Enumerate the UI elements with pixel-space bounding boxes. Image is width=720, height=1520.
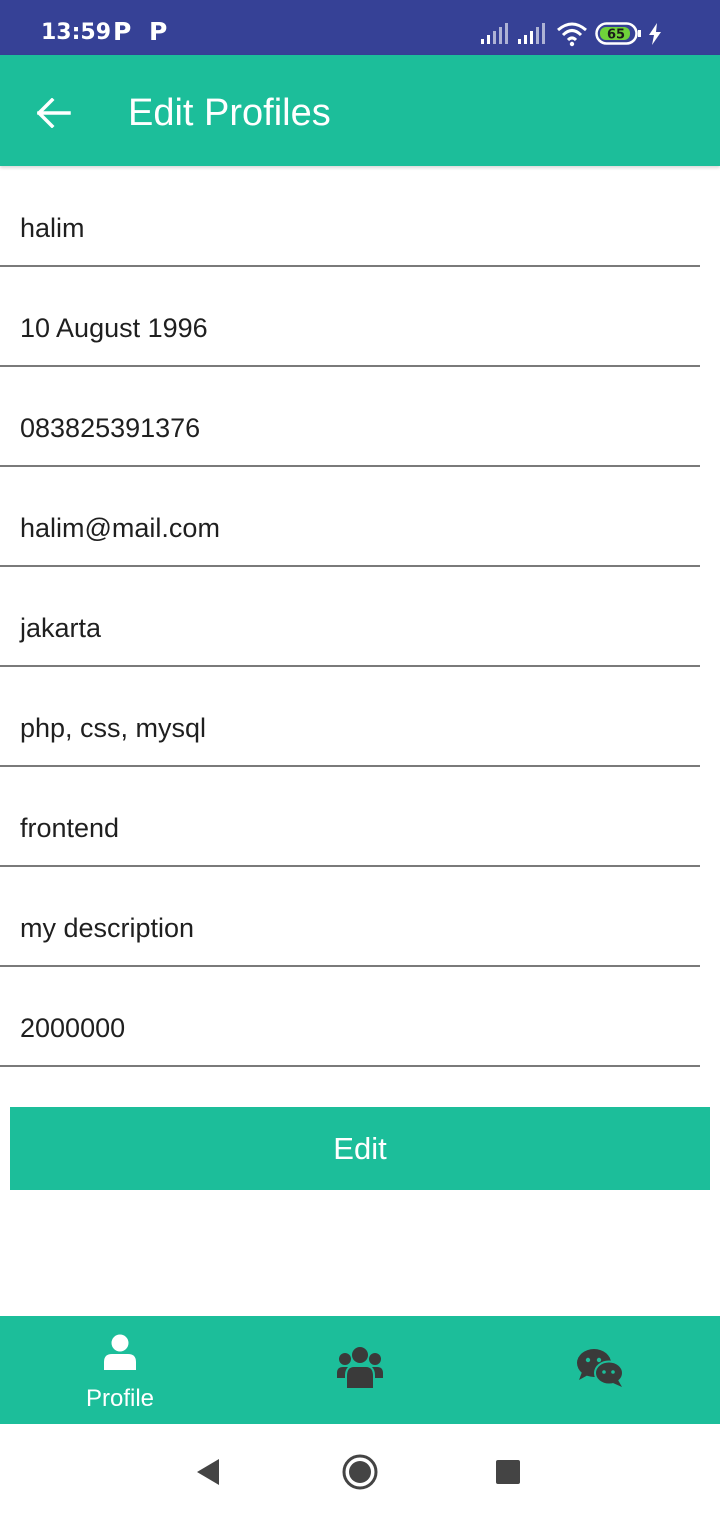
city-field[interactable]: jakarta (0, 567, 700, 667)
arrow-left-icon (37, 98, 71, 128)
skills-field[interactable]: php, css, mysql (0, 667, 700, 767)
field-value: 10 August 1996 (20, 313, 208, 343)
nav-item-users[interactable] (240, 1316, 480, 1424)
edit-button[interactable]: Edit (10, 1107, 710, 1190)
back-button[interactable] (26, 85, 82, 141)
salary-field[interactable]: 2000000 (0, 967, 700, 1067)
name-field[interactable]: halim (0, 167, 700, 267)
nav-label-profile: Profile (85, 1385, 155, 1412)
nav-item-chat[interactable] (480, 1316, 720, 1424)
signal-icon (518, 23, 545, 44)
notification-p-icon: P (113, 17, 132, 46)
system-back-button[interactable] (186, 1450, 230, 1494)
user-icon (104, 1334, 136, 1370)
field-value: halim@mail.com (20, 513, 220, 543)
triangle-back-icon (197, 1459, 219, 1485)
system-recents-button[interactable] (486, 1450, 530, 1494)
battery-icon: 65 (595, 22, 641, 45)
battery-level: 65 (607, 28, 625, 43)
field-value: halim (20, 213, 85, 243)
app-bar: Edit Profiles (0, 55, 720, 166)
phone-field[interactable]: 083825391376 (0, 367, 700, 467)
system-home-button[interactable] (338, 1450, 382, 1494)
charging-icon (649, 23, 661, 45)
field-value: 2000000 (20, 1013, 126, 1043)
bottom-navigation: Profile (0, 1316, 720, 1424)
signal-icon (481, 23, 508, 44)
field-value: my description (20, 913, 195, 943)
notification-p-icon: P (149, 17, 168, 46)
birthdate-field[interactable]: 10 August 1996 (0, 267, 700, 367)
nav-item-profile[interactable]: Profile (0, 1316, 240, 1424)
square-recents-icon (496, 1460, 520, 1484)
users-icon (337, 1347, 383, 1388)
field-value: jakarta (20, 613, 102, 643)
field-value: frontend (20, 813, 120, 843)
chat-icon (577, 1349, 624, 1387)
page-title: Edit Profiles (128, 92, 331, 134)
description-field[interactable]: my description (0, 867, 700, 967)
email-field[interactable]: halim@mail.com (0, 467, 700, 567)
field-value: php, css, mysql (20, 713, 207, 743)
edit-profile-screen: 13:59 P P 65 Edit Profiles halim 10 Augu… (0, 0, 720, 1520)
field-value: 083825391376 (20, 413, 201, 443)
wifi-icon (557, 22, 587, 47)
role-field[interactable]: frontend (0, 767, 700, 867)
circle-home-icon (342, 1454, 378, 1490)
status-bar: 13:59 P P 65 (0, 0, 720, 55)
status-time: 13:59 (41, 20, 112, 45)
system-navigation (0, 1424, 720, 1520)
